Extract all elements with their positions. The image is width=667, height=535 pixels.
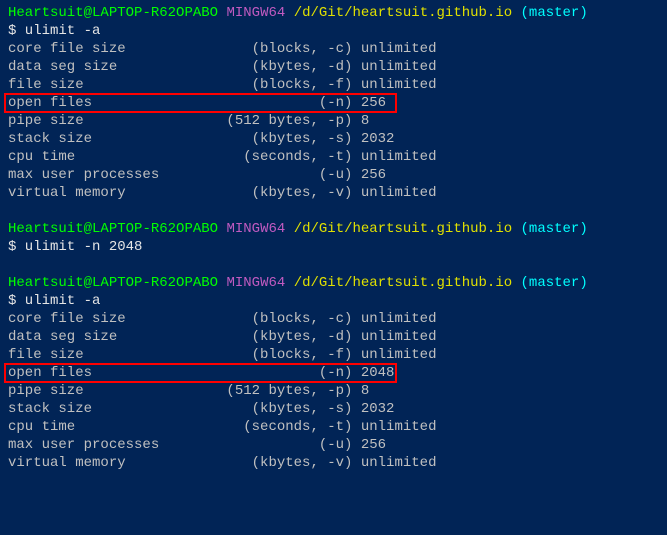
- ulimit-row: cpu time (seconds, -t) unlimited: [8, 148, 659, 166]
- ulimit-row: virtual memory (kbytes, -v) unlimited: [8, 184, 659, 202]
- prompt-line: Heartsuit@LAPTOP-R62OPABO MINGW64 /d/Git…: [8, 220, 659, 238]
- ulimit-row-highlight: open files (-n) 2048: [8, 364, 659, 382]
- ulimit-row: core file size (blocks, -c) unlimited: [8, 40, 659, 58]
- ulimit-row: pipe size (512 bytes, -p) 8: [8, 382, 659, 400]
- ulimit-row: pipe size (512 bytes, -p) 8: [8, 112, 659, 130]
- ulimit-row: cpu time (seconds, -t) unlimited: [8, 418, 659, 436]
- ulimit-row: core file size (blocks, -c) unlimited: [8, 310, 659, 328]
- prompt-host: LAPTOP-R62OPABO: [92, 5, 218, 21]
- prompt-host: LAPTOP-R62OPABO: [92, 221, 218, 237]
- prompt-host: LAPTOP-R62OPABO: [92, 275, 218, 291]
- prompt-path: /d/Git/heartsuit.github.io: [294, 221, 512, 237]
- cmd-ulimit-set: $ ulimit -n 2048: [8, 238, 659, 256]
- prompt-user: Heartsuit: [8, 275, 84, 291]
- prompt-path: /d/Git/heartsuit.github.io: [294, 5, 512, 21]
- cmd-ulimit-a-1: $ ulimit -a: [8, 22, 659, 40]
- prompt-shell: MINGW64: [218, 275, 294, 291]
- ulimit-row: max user processes (-u) 256: [8, 166, 659, 184]
- blank-line: [8, 256, 659, 274]
- prompt-shell: MINGW64: [218, 221, 294, 237]
- prompt-at: @: [84, 221, 92, 237]
- ulimit-row: file size (blocks, -f) unlimited: [8, 346, 659, 364]
- prompt-at: @: [84, 275, 92, 291]
- ulimit-row: stack size (kbytes, -s) 2032: [8, 130, 659, 148]
- ulimit-row: stack size (kbytes, -s) 2032: [8, 400, 659, 418]
- prompt-user: Heartsuit: [8, 5, 84, 21]
- prompt-shell: MINGW64: [218, 5, 294, 21]
- ulimit-row: data seg size (kbytes, -d) unlimited: [8, 328, 659, 346]
- prompt-branch: (master): [512, 275, 588, 291]
- ulimit-row: file size (blocks, -f) unlimited: [8, 76, 659, 94]
- terminal[interactable]: Heartsuit@LAPTOP-R62OPABO MINGW64 /d/Git…: [8, 4, 659, 472]
- prompt-line: Heartsuit@LAPTOP-R62OPABO MINGW64 /d/Git…: [8, 274, 659, 292]
- ulimit-row-highlight: open files (-n) 256: [8, 94, 659, 112]
- prompt-user: Heartsuit: [8, 221, 84, 237]
- prompt-at: @: [84, 5, 92, 21]
- prompt-branch: (master): [512, 5, 588, 21]
- ulimit-row: data seg size (kbytes, -d) unlimited: [8, 58, 659, 76]
- cmd-ulimit-a-2: $ ulimit -a: [8, 292, 659, 310]
- ulimit-row: max user processes (-u) 256: [8, 436, 659, 454]
- prompt-line: Heartsuit@LAPTOP-R62OPABO MINGW64 /d/Git…: [8, 4, 659, 22]
- blank-line: [8, 202, 659, 220]
- prompt-path: /d/Git/heartsuit.github.io: [294, 275, 512, 291]
- prompt-branch: (master): [512, 221, 588, 237]
- ulimit-row: virtual memory (kbytes, -v) unlimited: [8, 454, 659, 472]
